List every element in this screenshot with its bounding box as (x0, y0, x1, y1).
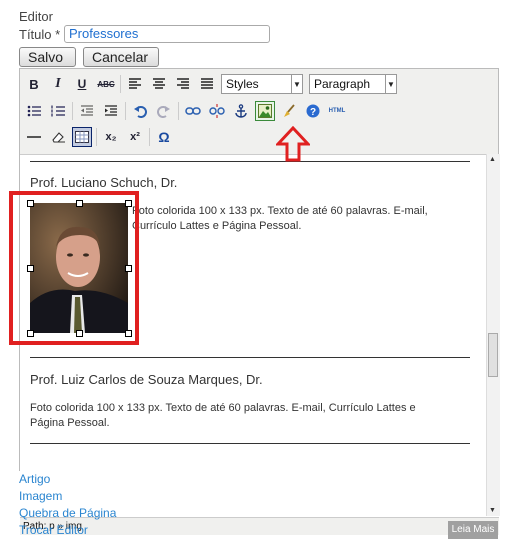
outdent-icon (81, 105, 93, 116)
italic-button[interactable]: I (48, 74, 68, 94)
cancel-button[interactable]: Cancelar (83, 47, 159, 67)
bullet-list-button[interactable] (24, 101, 44, 121)
numbered-list-button[interactable] (48, 101, 68, 121)
bullet-list-icon (27, 105, 41, 117)
justify-button[interactable] (197, 74, 217, 94)
editor-heading: Editor (19, 9, 53, 24)
toolbar-row-3: x₂ x² Ω (24, 126, 178, 148)
html-source-button[interactable]: HTML (327, 101, 347, 121)
separator (178, 102, 179, 120)
insert-link-button[interactable] (183, 101, 203, 121)
underline-button[interactable]: U (72, 74, 92, 94)
link-quebra-de-pagina[interactable]: Quebra de Página (19, 506, 116, 520)
help-icon: ? (306, 104, 320, 118)
horizontal-rule-icon (27, 136, 41, 138)
separator (96, 128, 97, 146)
superscript-button[interactable]: x² (125, 127, 145, 147)
anchor-button[interactable] (231, 101, 251, 121)
align-center-button[interactable] (149, 74, 169, 94)
undo-button[interactable] (130, 101, 150, 121)
visual-aid-button[interactable] (72, 127, 92, 147)
divider (30, 443, 470, 444)
insert-image-button[interactable] (255, 101, 275, 121)
horizontal-rule-button[interactable] (24, 127, 44, 147)
toolbar-row-1: B I U ABC Styles ▼ Paragraph ▼ (24, 73, 403, 95)
divider (30, 357, 470, 358)
scroll-thumb[interactable] (488, 333, 498, 377)
scroll-down-icon[interactable]: ▼ (489, 507, 496, 514)
redo-icon (157, 106, 170, 118)
link-icon (185, 107, 201, 115)
chevron-down-icon: ▼ (385, 75, 396, 93)
separator (125, 102, 126, 120)
arrow-up-icon (276, 126, 310, 162)
styles-select[interactable]: Styles ▼ (221, 74, 303, 94)
align-left-button[interactable] (125, 74, 145, 94)
table-grid-icon (75, 131, 89, 143)
description-line: Página Pessoal. (30, 417, 110, 429)
align-right-button[interactable] (173, 74, 193, 94)
professor-name: Prof. Luiz Carlos de Souza Marques, Dr. (30, 372, 263, 387)
title-input[interactable]: Professores (64, 25, 270, 43)
read-more-button[interactable]: Leia Mais (448, 521, 498, 539)
broom-icon (284, 104, 295, 117)
description-line: Currículo Lattes e Página Pessoal. (132, 220, 302, 232)
undo-icon (134, 106, 147, 118)
image-icon (258, 104, 272, 118)
link-trocar-editor[interactable]: Trocar Editor (19, 523, 88, 537)
save-button[interactable]: Salvo (19, 47, 76, 67)
professor-description: Foto colorida 100 x 133 px. Texto de até… (30, 401, 470, 431)
align-center-icon (153, 78, 165, 89)
description-line: Foto colorida 100 x 133 px. Texto de até… (132, 205, 428, 217)
link-artigo[interactable]: Artigo (19, 472, 50, 486)
chevron-down-icon: ▼ (291, 75, 302, 93)
description-line: Foto colorida 100 x 133 px. Texto de até… (30, 402, 416, 414)
separator (149, 128, 150, 146)
format-select[interactable]: Paragraph ▼ (309, 74, 397, 94)
format-select-value: Paragraph (314, 77, 371, 91)
indent-button[interactable] (101, 101, 121, 121)
highlight-box (9, 191, 139, 345)
link-imagem[interactable]: Imagem (19, 489, 62, 503)
anchor-icon (235, 104, 247, 118)
subscript-button[interactable]: x₂ (101, 127, 121, 147)
title-label: Título * (19, 27, 61, 42)
separator (120, 75, 121, 93)
unlink-icon (209, 104, 225, 118)
toolbar-row-2: ? HTML (24, 100, 351, 122)
eraser-icon (52, 132, 65, 143)
justify-icon (201, 78, 213, 89)
numbered-list-icon (51, 105, 65, 117)
align-right-icon (177, 78, 189, 89)
remove-format-button[interactable] (48, 127, 68, 147)
align-left-icon (129, 78, 141, 89)
vertical-scrollbar[interactable]: ▲ ▼ (486, 154, 500, 516)
indent-icon (105, 105, 117, 116)
separator (72, 102, 73, 120)
svg-text:?: ? (310, 107, 316, 118)
professor-name: Prof. Luciano Schuch, Dr. (30, 175, 178, 190)
cleanup-button[interactable] (279, 101, 299, 121)
outdent-button[interactable] (77, 101, 97, 121)
divider (30, 161, 470, 162)
bold-button[interactable]: B (24, 74, 44, 94)
scroll-up-icon[interactable]: ▲ (489, 156, 496, 163)
special-character-button[interactable]: Ω (154, 127, 174, 147)
strikethrough-button[interactable]: ABC (96, 74, 116, 94)
styles-select-value: Styles (226, 77, 259, 91)
professor-description: Foto colorida 100 x 133 px. Texto de até… (132, 204, 472, 234)
help-button[interactable]: ? (303, 101, 323, 121)
unlink-button[interactable] (207, 101, 227, 121)
redo-button[interactable] (154, 101, 174, 121)
